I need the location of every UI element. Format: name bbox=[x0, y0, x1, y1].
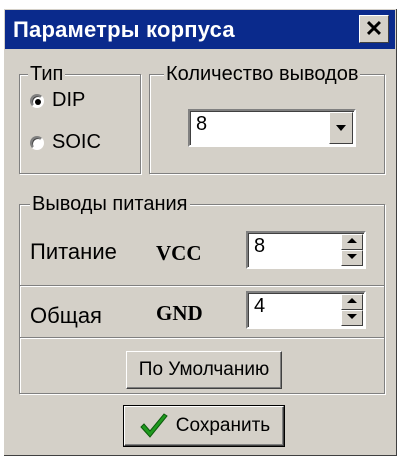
pin-count-group-label: Количество выводов bbox=[164, 62, 361, 86]
pin-count-groupbox: Количество выводов 8 bbox=[149, 62, 385, 174]
vcc-pin-name: VCC bbox=[156, 241, 202, 265]
vcc-value: 8 bbox=[254, 235, 266, 257]
chevron-down-icon[interactable] bbox=[329, 112, 353, 144]
vcc-decrement-icon[interactable] bbox=[341, 250, 363, 266]
power-pins-group-label: Выводы питания bbox=[30, 192, 190, 216]
default-values-button[interactable]: По Умолчанию bbox=[126, 351, 282, 389]
power-pins-groupbox: Выводы питания Питание VCC 8 Общая GND 4… bbox=[19, 192, 385, 394]
gnd-pin-name: GND bbox=[156, 301, 203, 325]
dialog-window: Параметры корпуса ✕ Тип DIP SOIC Количес… bbox=[3, 8, 397, 456]
gnd-decrement-icon[interactable] bbox=[341, 310, 363, 326]
title-bar[interactable]: Параметры корпуса ✕ bbox=[5, 10, 395, 49]
gnd-spin-buttons bbox=[341, 294, 363, 326]
radio-soic-label: SOIC bbox=[52, 131, 101, 153]
radio-soic-indicator[interactable] bbox=[30, 135, 44, 150]
save-button-label: Сохранить bbox=[175, 415, 271, 436]
radio-dip-indicator[interactable] bbox=[30, 93, 44, 108]
gnd-label: Общая bbox=[30, 303, 102, 328]
vcc-spinner[interactable]: 8 bbox=[246, 231, 366, 269]
divider bbox=[20, 285, 384, 287]
gnd-value: 4 bbox=[254, 295, 266, 317]
default-values-label: По Умолчанию bbox=[138, 359, 270, 380]
vcc-increment-icon[interactable] bbox=[341, 234, 363, 250]
radio-dip-label: DIP bbox=[52, 89, 86, 111]
close-button[interactable]: ✕ bbox=[359, 15, 389, 43]
pin-count-select[interactable]: 8 bbox=[188, 109, 356, 147]
gnd-increment-icon[interactable] bbox=[341, 294, 363, 310]
checkmark-icon bbox=[140, 413, 168, 438]
pin-count-value: 8 bbox=[196, 113, 208, 135]
vcc-label: Питание bbox=[30, 239, 117, 264]
radio-soic[interactable]: SOIC bbox=[30, 131, 101, 154]
gnd-spinner[interactable]: 4 bbox=[246, 291, 366, 329]
divider bbox=[20, 337, 384, 339]
window-title: Параметры корпуса bbox=[13, 17, 235, 42]
vcc-spin-buttons bbox=[341, 234, 363, 266]
type-group-label: Тип bbox=[28, 62, 66, 86]
save-button[interactable]: Сохранить bbox=[123, 405, 285, 447]
close-icon: ✕ bbox=[364, 16, 384, 41]
type-groupbox: Тип DIP SOIC bbox=[19, 62, 141, 174]
radio-dip[interactable]: DIP bbox=[30, 89, 85, 112]
